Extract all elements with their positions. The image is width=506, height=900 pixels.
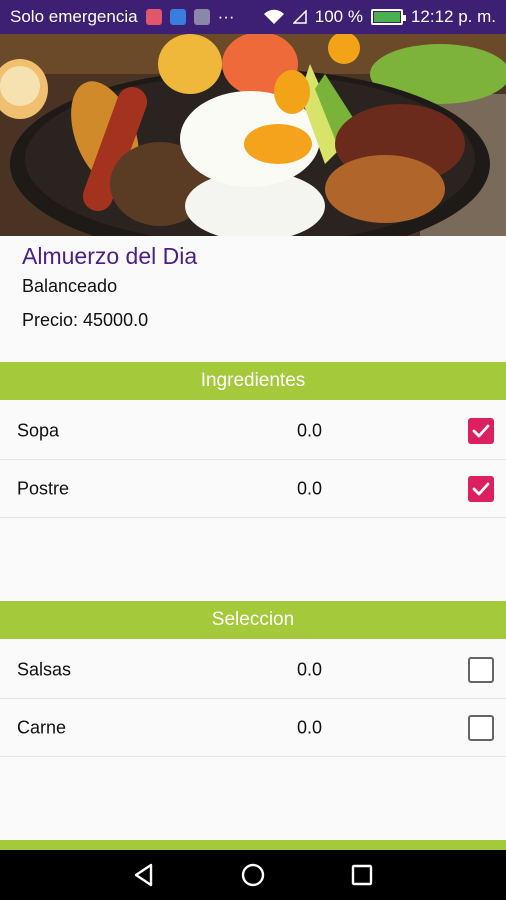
dish-info: Almuerzo del Dia Balanceado Precio: 4500… (0, 236, 506, 362)
dish-price: Precio: 45000.0 (22, 310, 149, 330)
battery-percent: 100 % (314, 7, 363, 26)
battery-icon (370, 9, 406, 25)
notification-red-icon (145, 9, 162, 25)
section-title: Seleccion (211, 609, 295, 630)
checkbox-checked[interactable] (468, 417, 494, 444)
item-label: Postre (17, 478, 70, 498)
status-left: Solo emergencia ··· (10, 7, 235, 27)
dish-type: Balanceado (22, 276, 118, 296)
item-label: Sopa (17, 420, 60, 440)
more-dots-icon: ··· (217, 7, 235, 26)
checkmark-icon (472, 424, 490, 437)
checkmark-icon (472, 482, 490, 495)
back-icon (135, 863, 153, 887)
item-label: Salsas (17, 659, 72, 679)
status-right: 100 % 12:12 p. m. (263, 7, 496, 27)
dish-title: Almuerzo del Dia (22, 243, 198, 269)
home-button[interactable] (238, 860, 268, 890)
list-item-postre[interactable]: Postre 0.0 (0, 460, 506, 518)
item-label: Carne (17, 717, 67, 737)
dish-photo (0, 34, 506, 236)
section-header-ingredientes: Ingredientes (0, 362, 506, 400)
home-icon (241, 863, 265, 887)
list-item-sopa[interactable]: Sopa 0.0 (0, 402, 506, 460)
checkbox-checked[interactable] (468, 475, 494, 502)
section-title: Ingredientes (200, 370, 306, 391)
item-value: 0.0 (297, 478, 323, 498)
item-value: 0.0 (297, 659, 323, 679)
recents-button[interactable] (347, 860, 377, 890)
bottom-accent-bar (0, 840, 506, 850)
list-item-salsas[interactable]: Salsas 0.0 (0, 641, 506, 699)
navigation-bar (0, 850, 506, 900)
item-value: 0.0 (297, 717, 323, 737)
checkbox-unchecked[interactable] (468, 656, 494, 683)
clock: 12:12 p. m. (410, 7, 496, 26)
wifi-icon (263, 9, 284, 24)
status-bar: Solo emergencia ··· 100 % 12:12 p. m. (0, 0, 506, 34)
section-header-seleccion: Seleccion (0, 601, 506, 639)
recents-icon (351, 864, 372, 886)
signal-icon (292, 10, 307, 24)
checkbox-unchecked[interactable] (468, 714, 494, 741)
battery-level (373, 12, 400, 22)
list-item-carne[interactable]: Carne 0.0 (0, 699, 506, 757)
back-button[interactable] (129, 860, 159, 890)
carrier-text: Solo emergencia (10, 7, 138, 26)
notification-blue-icon (169, 9, 186, 25)
item-value: 0.0 (297, 420, 323, 440)
gallery-icon (193, 9, 210, 25)
